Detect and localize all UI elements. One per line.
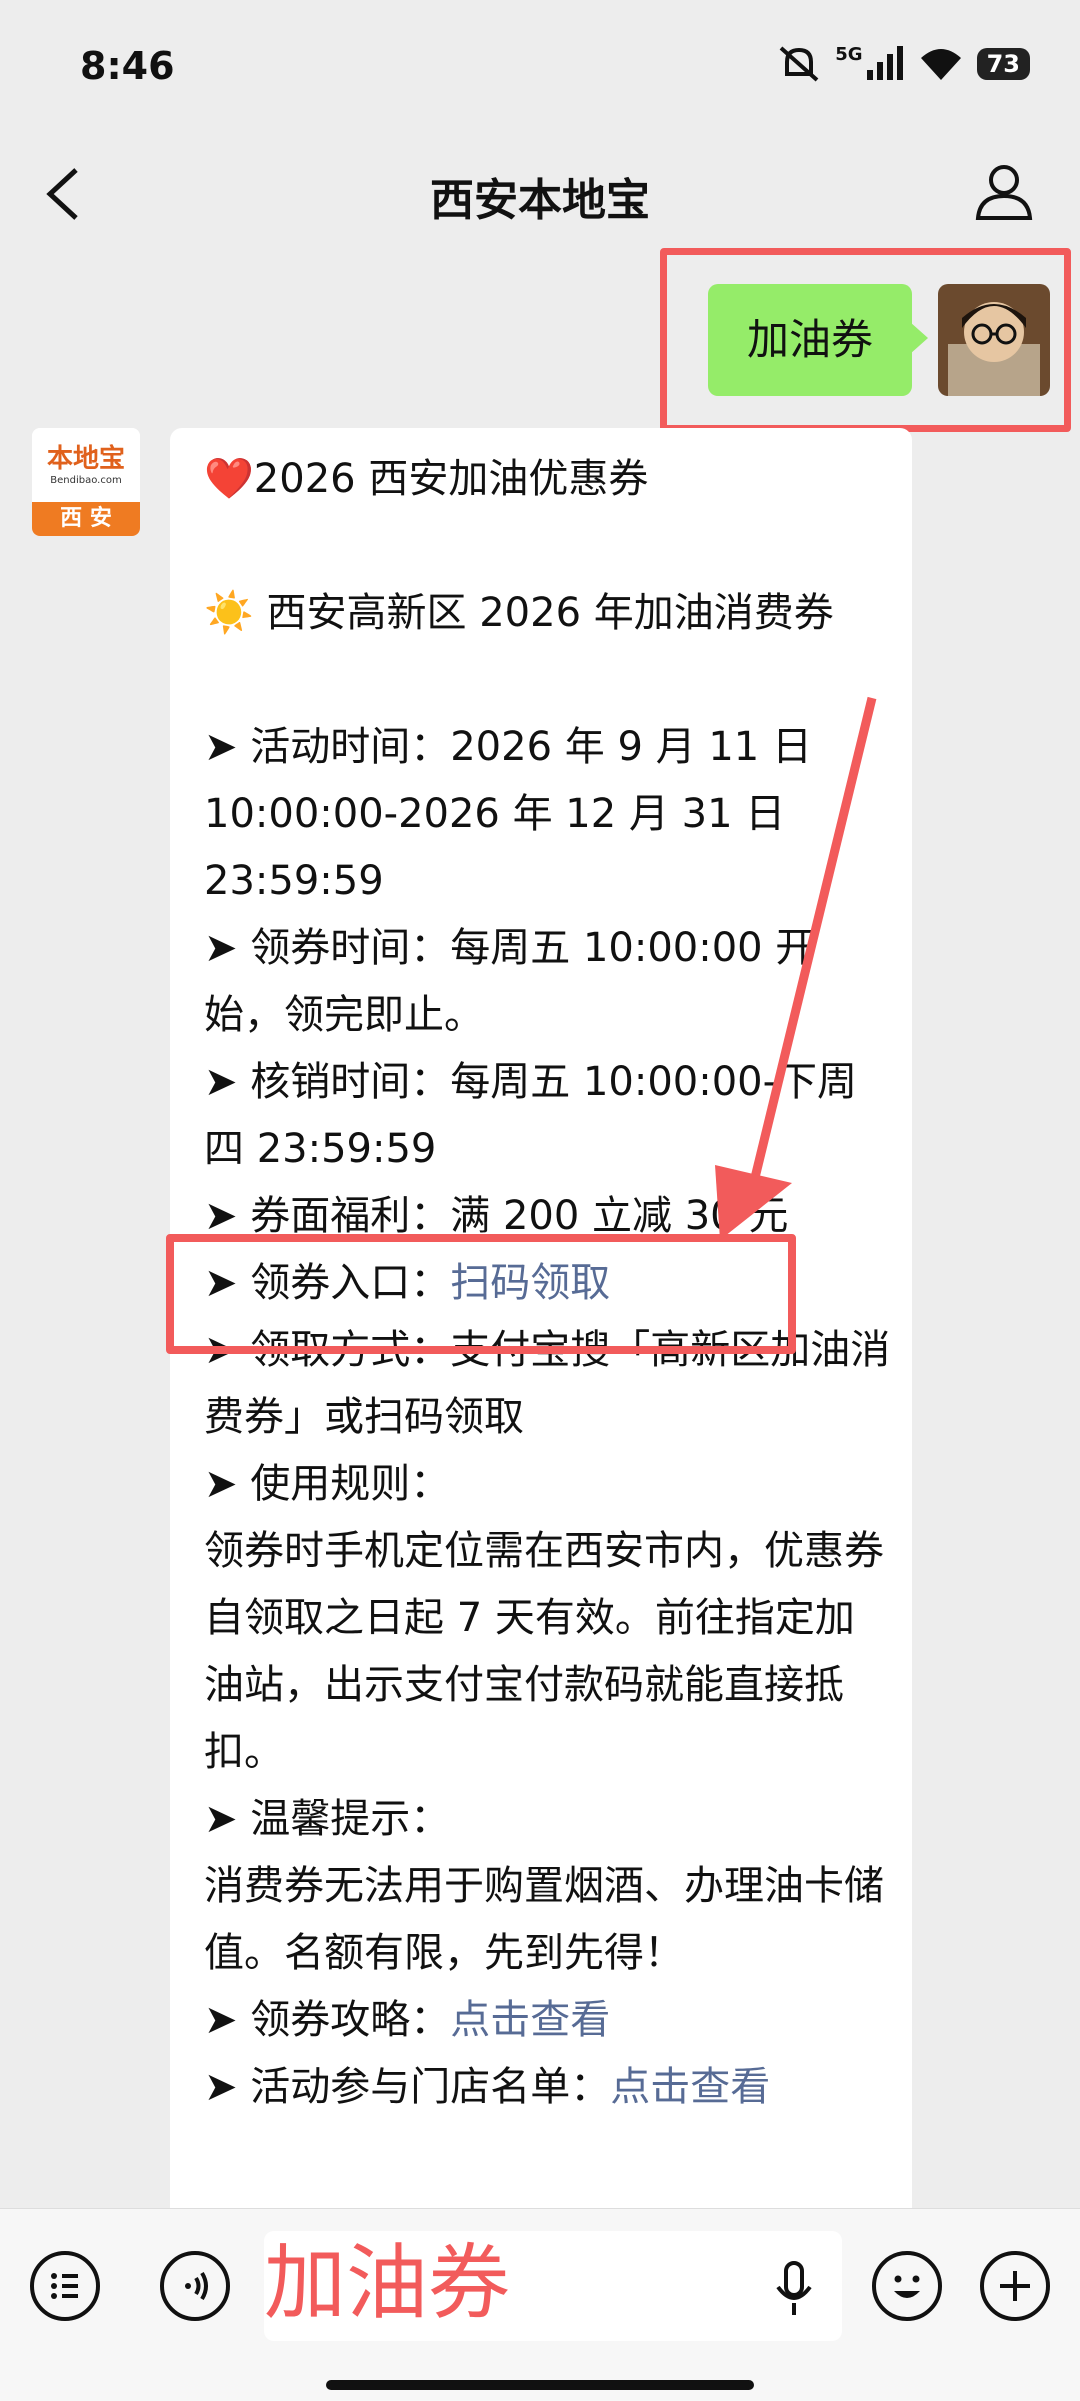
- tips-text: 消费券无法用于购置烟酒、办理油卡储值。名额有限，先到先得！: [204, 1863, 884, 1976]
- chat-title: 西安本地宝: [430, 175, 650, 226]
- message-input-text: 加油券: [264, 2236, 511, 2331]
- usage-rules-label: ➤ 使用规则：: [204, 1461, 451, 1507]
- emoji-icon[interactable]: [872, 2251, 942, 2321]
- logo-city: 西 安: [32, 502, 140, 536]
- wifi-icon: [920, 49, 961, 80]
- stores-row: ➤ 活动参与门店名单：点击查看: [204, 2054, 894, 2121]
- message-subtitle: ☀️ 西安高新区 2026 年加油消费券: [204, 590, 834, 636]
- menu-icon[interactable]: [30, 2251, 100, 2321]
- network-label: 5G: [835, 43, 863, 65]
- verify-time: ➤ 核销时间：每周五 10:00:00-下周四 23:59:59: [204, 1049, 894, 1183]
- stores-label: ➤ 活动参与门店名单：: [204, 2064, 611, 2110]
- mute-icon: [779, 46, 819, 82]
- guide-link[interactable]: 点击查看: [450, 1997, 610, 2043]
- benefit-label: ➤ 券面福利：: [204, 1193, 451, 1239]
- guide-row: ➤ 领券攻略：点击查看: [204, 1987, 894, 2054]
- claim-time: ➤ 领券时间：每周五 10:00:00 开始，领完即止。: [204, 915, 894, 1049]
- benefit-value: 满 200 立减 30 元: [450, 1193, 789, 1239]
- profile-icon[interactable]: [972, 160, 1036, 224]
- nav-bar: 西安本地宝: [0, 130, 1080, 255]
- status-time: 8:46: [80, 44, 175, 88]
- message-headline: ❤️2026 西安加油优惠券: [204, 456, 649, 502]
- plus-icon[interactable]: [980, 2251, 1050, 2321]
- entry-highlight-box: [166, 1234, 796, 1354]
- tips-label: ➤ 温馨提示：: [204, 1796, 451, 1842]
- battery-indicator: 73: [976, 48, 1030, 80]
- activity-time: ➤ 活动时间：2026 年 9 月 11 日 10:00:00-2026 年 1…: [204, 714, 894, 915]
- my-avatar[interactable]: [938, 284, 1050, 396]
- logo-url: Bendibao.com: [50, 475, 122, 486]
- guide-label: ➤ 领券攻略：: [204, 1997, 451, 2043]
- status-bar: 8:46 5G 73: [0, 0, 1080, 130]
- voice-mode-icon[interactable]: [160, 2251, 230, 2321]
- signal-icon: [866, 46, 903, 80]
- home-indicator[interactable]: [326, 2380, 754, 2390]
- claim-time-label: ➤ 领券时间：: [204, 925, 451, 971]
- verify-time-label: ➤ 核销时间：: [204, 1059, 451, 1105]
- input-bar: 加油券: [0, 2208, 1080, 2401]
- stores-link[interactable]: 点击查看: [610, 2064, 770, 2110]
- account-avatar[interactable]: 本地宝 Bendibao.com 西 安: [32, 428, 140, 536]
- microphone-icon[interactable]: [774, 2259, 814, 2319]
- logo-text: 本地宝: [46, 444, 125, 474]
- status-icons: 5G 73: [777, 44, 1030, 84]
- usage-rules-text: 领券时手机定位需在西安市内，优惠券自领取之日起 7 天有效。前往指定加油站，出示…: [204, 1528, 884, 1775]
- sent-message-bubble[interactable]: 加油券: [708, 284, 928, 396]
- activity-time-label: ➤ 活动时间：: [204, 724, 451, 770]
